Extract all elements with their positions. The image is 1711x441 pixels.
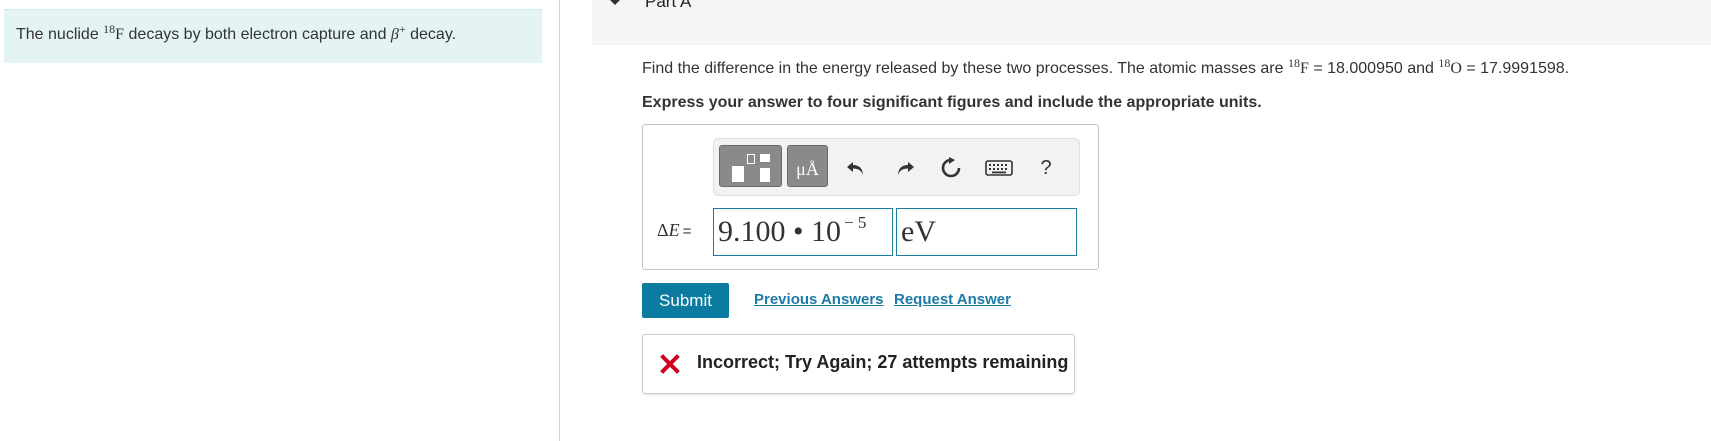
answer-instruction: Express your answer to four significant …	[642, 94, 1262, 111]
incorrect-x-icon	[660, 354, 680, 374]
column-divider	[559, 0, 560, 441]
units-icon: μÅ	[796, 159, 819, 179]
templates-button[interactable]	[719, 145, 782, 187]
fluorine-symbol: F	[1299, 60, 1309, 77]
intro-prefix: The nuclide	[16, 26, 104, 43]
request-answer-link[interactable]: Request Answer	[894, 291, 1011, 308]
reset-icon[interactable]	[938, 155, 964, 181]
beta-symbol: β	[390, 26, 399, 43]
oxygen-mass-number: 18	[1438, 56, 1451, 70]
fluorine-mass-number: 18	[1287, 56, 1300, 70]
undo-icon[interactable]	[843, 155, 869, 181]
value-mantissa: 9.100 • 10	[718, 215, 842, 248]
submit-button[interactable]: Submit	[642, 283, 729, 318]
nuclide-symbol: F	[115, 26, 125, 43]
oxygen-symbol: O	[1450, 60, 1462, 77]
nuclide-mass-number: 18	[103, 22, 116, 36]
beta-sign: +	[398, 22, 406, 36]
collapse-caret-icon[interactable]	[608, 0, 622, 5]
oxygen-mass-value: = 17.9991598.	[1461, 60, 1570, 77]
answer-value-text: 9.100 • 10− 5	[718, 213, 867, 249]
answer-value-input[interactable]: 9.100 • 10− 5	[713, 208, 893, 256]
equals-sign: =	[682, 223, 692, 240]
answer-unit-input[interactable]: eV	[896, 208, 1077, 256]
fluorine-mass-value: = 18.000950 and	[1308, 60, 1439, 77]
previous-answers-link[interactable]: Previous Answers	[754, 291, 884, 308]
part-title[interactable]: Part A	[645, 0, 691, 12]
feedback-message: Incorrect; Try Again; 27 attempts remain…	[697, 352, 1069, 372]
answer-variable-label: ΔEΔE=	[657, 220, 692, 240]
units-button[interactable]: μÅ	[787, 145, 828, 187]
intro-suffix: decay.	[405, 26, 457, 43]
part-header[interactable]	[592, 0, 1711, 45]
value-exponent: − 5	[844, 213, 867, 232]
answer-unit-text: eV	[901, 215, 936, 248]
question-text: Find the difference in the energy releas…	[642, 56, 1570, 78]
question-start: Find the difference in the energy releas…	[642, 60, 1288, 77]
intro-middle: decays by both electron capture and	[124, 26, 391, 43]
redo-icon[interactable]	[892, 155, 918, 181]
help-icon[interactable]: ?	[1033, 155, 1059, 181]
keyboard-icon[interactable]	[984, 155, 1014, 181]
intro-text: The nuclide 18F decays by both electron …	[16, 22, 457, 44]
